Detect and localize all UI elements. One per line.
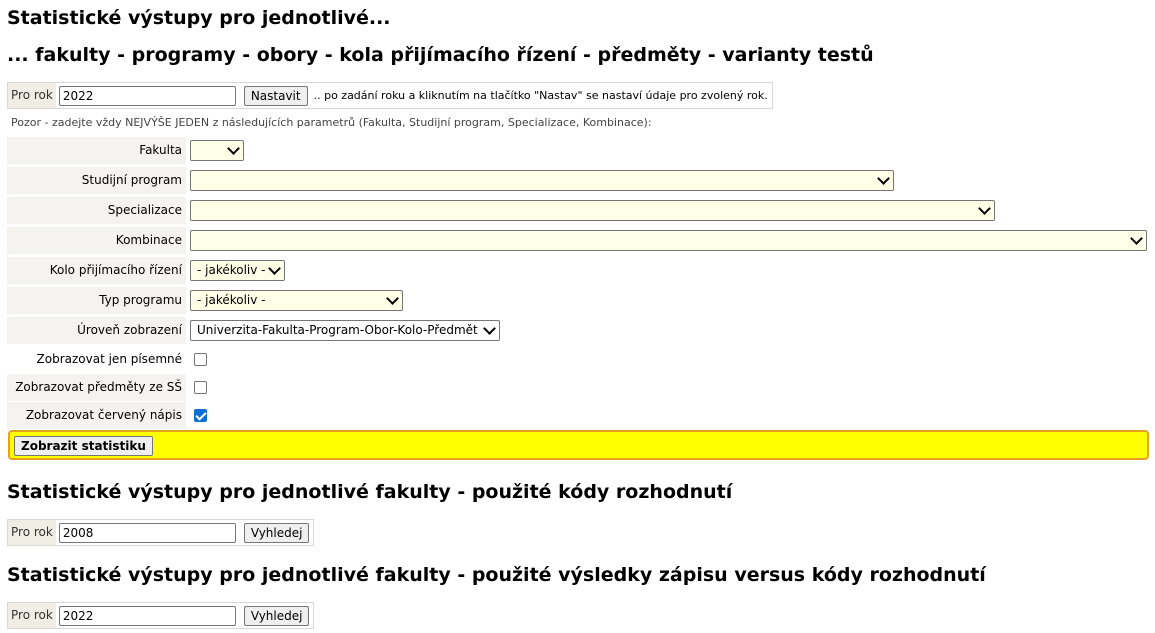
pisemne-checkbox[interactable] xyxy=(194,353,207,366)
row-predmety-ss: Zobrazovat předměty ze SŠ xyxy=(7,374,1148,401)
year-label: Pro rok xyxy=(8,83,56,108)
predmety-ss-checkbox[interactable] xyxy=(194,381,207,394)
section-heading-enrollment: Statistické výstupy pro jednotlivé fakul… xyxy=(7,564,986,586)
parameter-warning: Pozor - zadejte vždy NEJVÝŠE JEDEN z nás… xyxy=(11,116,652,129)
row-pisemne: Zobrazovat jen písemné testy xyxy=(7,346,1148,393)
typ-select-value: - jakékoliv - xyxy=(197,293,266,307)
page-title: Statistické výstupy pro jednotlivé... xyxy=(7,7,391,29)
enrollment-search-button[interactable]: Vyhledej xyxy=(243,605,310,626)
kombinace-select[interactable] xyxy=(190,230,1147,251)
program-label: Studijní program xyxy=(7,167,186,194)
row-kombinace: Kombinace xyxy=(7,227,1148,254)
enrollment-year-input[interactable] xyxy=(58,605,236,626)
year-input[interactable] xyxy=(58,85,236,106)
chevron-down-icon xyxy=(268,262,281,275)
decisions-year-form: Pro rok Vyhledej xyxy=(7,519,315,546)
chevron-down-icon xyxy=(386,292,399,305)
kolo-select[interactable]: - jakékoliv - xyxy=(190,260,285,281)
fakulta-label: Fakulta xyxy=(7,137,186,164)
decisions-year-input[interactable] xyxy=(58,522,236,543)
enrollment-year-label: Pro rok xyxy=(8,603,56,628)
uroven-select-value: Univerzita-Fakulta-Program-Obor-Kolo-Pře… xyxy=(197,323,478,337)
program-select[interactable] xyxy=(190,170,894,191)
chevron-down-icon xyxy=(1130,232,1143,245)
typ-label: Typ programu xyxy=(7,287,186,314)
chevron-down-icon xyxy=(227,142,240,155)
uroven-select[interactable]: Univerzita-Fakulta-Program-Obor-Kolo-Pře… xyxy=(190,320,500,341)
cerveny-label: Zobrazovat červený nápis xyxy=(7,402,186,429)
row-fakulta: Fakulta xyxy=(7,137,1148,164)
chevron-down-icon xyxy=(483,322,496,335)
typ-select[interactable]: - jakékoliv - xyxy=(190,290,403,311)
chevron-down-icon xyxy=(877,172,890,185)
row-typ: Typ programu - jakékoliv - xyxy=(7,287,1148,314)
row-program: Studijní program xyxy=(7,167,1148,194)
submit-bar: Zobrazit statistiku xyxy=(8,430,1149,460)
decisions-year-label: Pro rok xyxy=(8,520,56,545)
row-kolo: Kolo přijímacího řízení - jakékoliv - xyxy=(7,257,1148,284)
specializace-select[interactable] xyxy=(190,200,995,221)
cerveny-checkbox[interactable] xyxy=(194,409,207,422)
year-form: Pro rok Nastavit .. po zadání roku a kli… xyxy=(7,82,773,109)
row-cerveny: Zobrazovat červený nápis xyxy=(7,402,1148,429)
kolo-label: Kolo přijímacího řízení xyxy=(7,257,186,284)
chevron-down-icon xyxy=(978,202,991,215)
predmety-ss-label: Zobrazovat předměty ze SŠ xyxy=(7,374,186,401)
uroven-label: Úroveň zobrazení xyxy=(7,317,186,344)
specializace-label: Specializace xyxy=(7,197,186,224)
kombinace-label: Kombinace xyxy=(7,227,186,254)
year-hint: .. po zadání roku a kliknutím na tlačítk… xyxy=(313,89,768,102)
fakulta-select[interactable] xyxy=(190,140,244,161)
show-statistics-button[interactable]: Zobrazit statistiku xyxy=(14,436,153,456)
enrollment-year-form: Pro rok Vyhledej xyxy=(7,602,315,629)
pisemne-label: Zobrazovat jen písemné testy xyxy=(7,346,186,393)
kolo-select-value: - jakékoliv - xyxy=(197,263,266,277)
section-heading-faculties: ... fakulty - programy - obory - kola př… xyxy=(7,44,874,66)
decisions-search-button[interactable]: Vyhledej xyxy=(243,522,310,543)
row-specializace: Specializace xyxy=(7,197,1148,224)
section-heading-decisions: Statistické výstupy pro jednotlivé fakul… xyxy=(7,481,733,503)
set-year-button[interactable]: Nastavit xyxy=(243,85,308,106)
row-uroven: Úroveň zobrazení Univerzita-Fakulta-Prog… xyxy=(7,317,1148,344)
